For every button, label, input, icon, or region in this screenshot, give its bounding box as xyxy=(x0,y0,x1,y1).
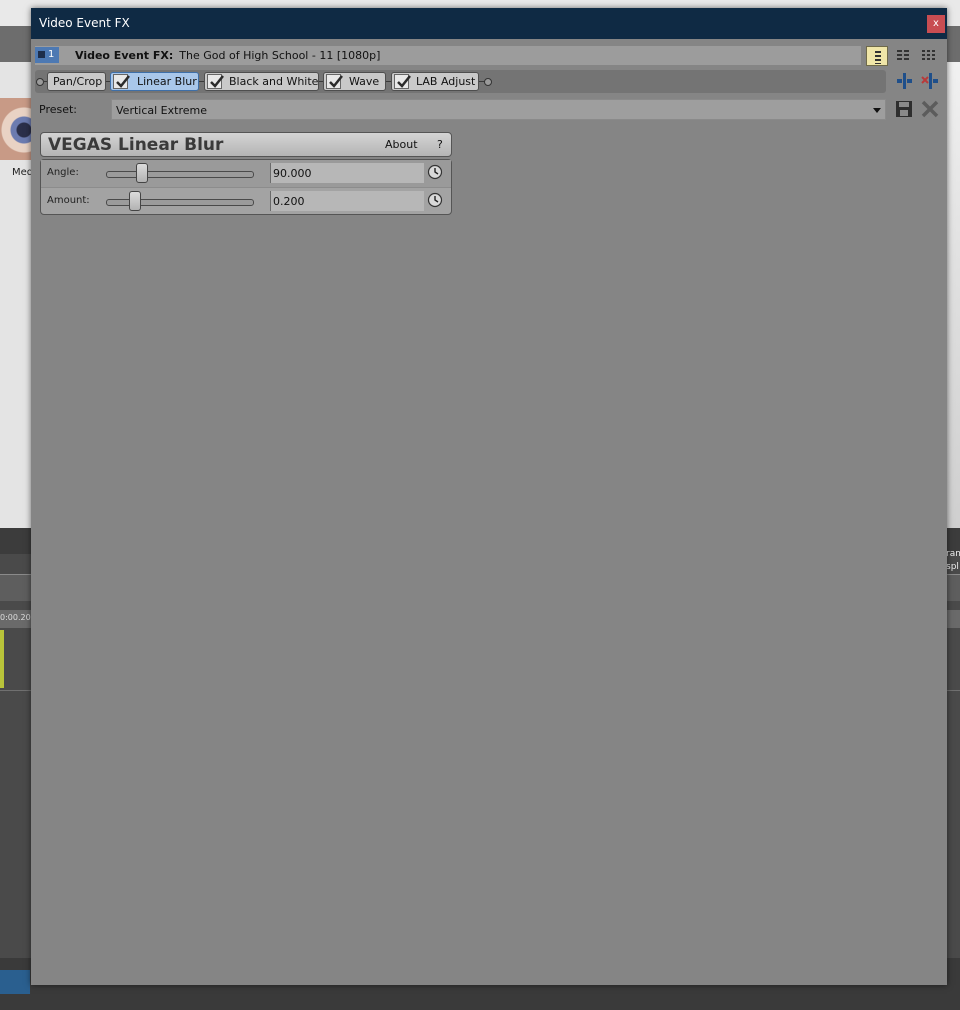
fx-tab-linear-blur[interactable]: Linear Blur xyxy=(110,72,199,91)
plugin-title: VEGAS Linear Blur xyxy=(48,135,224,155)
animate-keyframe-icon[interactable] xyxy=(427,164,443,180)
amount-label: Amount: xyxy=(47,195,90,206)
fx-tab-black-and-white[interactable]: Black and White xyxy=(204,72,319,91)
save-preset-icon[interactable] xyxy=(894,99,914,119)
about-button[interactable]: About xyxy=(385,138,418,151)
preset-value: Vertical Extreme xyxy=(116,104,207,117)
checkbox-icon[interactable] xyxy=(326,74,343,89)
fx-tab-lab-adjust[interactable]: LAB Adjust xyxy=(391,72,479,91)
chevron-down-icon[interactable] xyxy=(873,108,881,113)
preset-label: Preset: xyxy=(39,103,78,116)
insert-fx-icon[interactable] xyxy=(894,71,914,91)
fx-tab-pan-crop[interactable]: Pan/Crop xyxy=(47,72,106,91)
fx-header-label: Video Event FX: xyxy=(75,49,174,62)
fx-header-text: Video Event FX: The God of High School - … xyxy=(75,49,380,62)
background-tool-button xyxy=(0,970,30,994)
background-preview xyxy=(946,62,960,528)
view-list-icon[interactable] xyxy=(866,46,888,66)
angle-slider-track[interactable] xyxy=(106,171,254,178)
angle-slider-thumb[interactable] xyxy=(136,163,148,183)
background-label: Med xyxy=(12,167,34,178)
close-button[interactable]: x xyxy=(927,15,945,33)
fx-chain: Pan/Crop Linear Blur Black and White Wav… xyxy=(35,70,886,93)
background-clip xyxy=(0,630,4,688)
param-row-angle: Angle: xyxy=(41,160,451,188)
view-columns-icon[interactable] xyxy=(892,46,914,66)
chain-end-icon xyxy=(484,78,492,86)
remove-fx-icon[interactable] xyxy=(920,71,940,91)
angle-label: Angle: xyxy=(47,167,79,178)
video-event-fx-dialog: Video Event FX x 1 Video Event FX: The Go… xyxy=(31,8,947,985)
dialog-title: Video Event FX xyxy=(39,16,130,30)
animate-keyframe-icon[interactable] xyxy=(427,192,443,208)
view-grid-icon[interactable] xyxy=(918,46,940,66)
chain-start-icon xyxy=(36,78,44,86)
plugin-parameters: Angle: Amount: xyxy=(40,159,452,215)
angle-input[interactable] xyxy=(270,163,424,183)
background-thumbnail xyxy=(0,98,32,160)
background-ruler-time: 0:00.20 xyxy=(0,613,31,622)
help-button[interactable]: ? xyxy=(437,138,443,151)
background-right-text: ram spl xyxy=(946,549,960,572)
amount-slider-thumb[interactable] xyxy=(129,191,141,211)
fx-tab-wave[interactable]: Wave xyxy=(323,72,386,91)
dialog-titlebar[interactable]: Video Event FX x xyxy=(31,8,947,39)
checkbox-icon[interactable] xyxy=(207,74,224,89)
fx-header: 1 Video Event FX: The God of High School … xyxy=(35,46,861,65)
param-row-amount: Amount: xyxy=(41,188,451,215)
track-badge: 1 xyxy=(35,47,59,63)
plugin-header: VEGAS Linear Blur About ? xyxy=(40,132,452,157)
checkbox-icon[interactable] xyxy=(394,74,411,89)
media-name: The God of High School - 11 [1080p] xyxy=(179,49,381,62)
amount-input[interactable] xyxy=(270,191,424,211)
delete-preset-icon[interactable] xyxy=(920,99,940,119)
track-icon xyxy=(38,50,45,58)
preset-dropdown[interactable]: Vertical Extreme xyxy=(111,99,886,120)
checkbox-icon[interactable] xyxy=(113,74,130,89)
